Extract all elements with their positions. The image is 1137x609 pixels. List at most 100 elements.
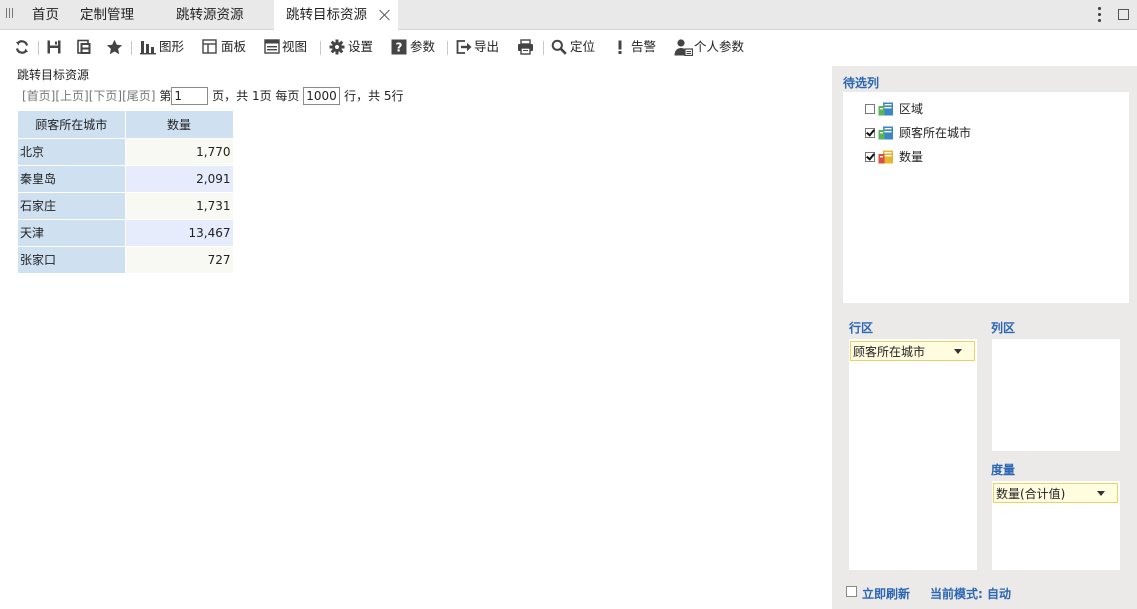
table-row: 天津 13,467 [18,219,234,247]
tab-bar: 首页 定制管理 跳转源资源 跳转目标资源 [0,0,1137,31]
rows-per-page-input[interactable]: 1000 [303,87,341,105]
chart-button[interactable]: 图形 [140,37,188,57]
city-cell[interactable]: 天津 [18,219,126,247]
page-prefix-label: 第 [159,89,172,103]
export-icon [456,40,472,54]
dimension-field-icon [878,102,893,116]
table-row: 秦皇岛 2,091 [18,165,234,193]
table-row: 北京 1,770 [18,138,234,166]
personal-params-button[interactable]: 个人参数 [674,37,746,57]
field-label-quantity: 数量 [899,150,924,164]
prev-page-link[interactable]: [上页] [55,89,88,103]
panel-label: 面板 [221,39,247,54]
column-header-quantity[interactable]: 数量 [125,111,234,139]
column-area-title: 列区 [991,321,1016,335]
field-label-city: 顾客所在城市 [899,126,972,140]
city-cell[interactable]: 北京 [18,138,126,166]
quantity-cell[interactable]: 13,467 [125,219,234,247]
current-mode-text: 当前模式: 自动 [930,587,1011,601]
report-title: 跳转目标资源 [17,68,90,82]
print-button[interactable] [517,37,535,57]
city-cell[interactable]: 石家庄 [18,192,126,220]
page-number-input[interactable]: 1 [171,87,209,105]
refresh-now-checkbox[interactable] [846,586,857,597]
measure-field-icon [878,150,893,164]
more-options-icon[interactable] [1096,7,1102,23]
field-label-region: 区域 [899,102,924,116]
user-settings-icon [674,39,693,56]
tab-menu-grip-icon[interactable] [6,8,16,20]
chevron-down-icon[interactable] [1097,491,1105,496]
page-suffix-label: 页，共 1页 每页 [212,89,300,103]
refresh-icon [15,40,29,54]
save-as-icon [77,39,91,54]
tab-custom-manage-label: 定制管理 [80,7,134,23]
locate-label: 定位 [570,39,596,54]
tab-home-label: 首页 [32,7,59,23]
table-row: 石家庄 1,731 [18,192,234,220]
alert-button[interactable]: 告警 [615,37,663,57]
tab-home[interactable]: 首页 [32,0,59,30]
field-config-panel: 待选列 区域 顾客所在城市 数量 行区 列区 顾客所在城市 度量 数量(合计值)… [832,66,1137,609]
measure-area-dropzone[interactable]: 数量(合计值) [992,481,1120,570]
settings-label: 设置 [348,39,374,54]
params-button[interactable]: ? 参数 [391,37,439,57]
measure-area-title: 度量 [991,463,1016,477]
column-area-dropzone[interactable] [992,339,1120,451]
row-field-city[interactable]: 顾客所在城市 [850,341,975,361]
printer-icon [518,39,533,55]
city-cell[interactable]: 张家口 [18,246,126,274]
save-icon [47,40,61,54]
last-page-link[interactable]: [尾页] [122,89,155,103]
magnifier-icon [551,39,567,55]
panel-button[interactable]: 面板 [202,37,250,57]
measure-field-quantity[interactable]: 数量(合计值) [993,483,1118,503]
tab-jump-source[interactable]: 跳转源资源 [176,0,244,30]
params-label: 参数 [410,39,436,54]
quantity-cell[interactable]: 1,770 [125,138,234,166]
export-button[interactable]: 导出 [456,37,504,57]
settings-button[interactable]: 设置 [329,37,377,57]
tab-jump-target[interactable]: 跳转目标资源 [274,0,398,31]
tab-custom-manage[interactable]: 定制管理 [80,0,134,30]
table-row: 张家口 727 [18,246,234,274]
view-button[interactable]: 视图 [264,37,312,57]
field-checkbox-city[interactable] [865,128,875,138]
svg-text:?: ? [396,41,403,55]
gear-icon [329,39,345,55]
star-icon [106,39,123,55]
row-field-city-label: 顾客所在城市 [853,345,926,359]
column-header-city[interactable]: 顾客所在城市 [18,111,126,139]
field-checkbox-quantity[interactable] [865,152,875,162]
bar-chart-icon [140,41,156,55]
save-button[interactable] [46,37,64,57]
locate-button[interactable]: 定位 [551,37,599,57]
row-area-dropzone[interactable]: 顾客所在城市 [849,339,977,570]
table-header-row: 顾客所在城市 数量 [18,111,234,139]
quantity-cell[interactable]: 727 [125,246,234,274]
measure-field-quantity-label: 数量(合计值) [996,487,1066,501]
refresh-now-label: 立即刷新 [862,587,911,601]
close-icon[interactable] [379,9,391,21]
quantity-cell[interactable]: 2,091 [125,165,234,193]
next-page-link[interactable]: [下页] [89,89,122,103]
refresh-button[interactable] [14,37,32,57]
save-as-button[interactable] [76,37,94,57]
favorite-button[interactable] [106,37,124,57]
view-label: 视图 [282,39,308,54]
city-cell[interactable]: 秦皇岛 [18,165,126,193]
candidate-columns-title: 待选列 [843,76,880,90]
panel-layout-icon [202,39,217,54]
candidate-columns-list: 区域 顾客所在城市 数量 [843,92,1129,303]
quantity-cell[interactable]: 1,731 [125,192,234,220]
tab-jump-source-label: 跳转源资源 [176,7,244,23]
rows-suffix-label: 行，共 5行 [344,89,404,103]
dimension-field-icon [878,126,893,140]
maximize-icon[interactable] [1118,9,1129,20]
chevron-down-icon[interactable] [954,349,962,354]
view-window-icon [264,39,280,54]
personal-params-label: 个人参数 [694,39,745,54]
first-page-link[interactable]: [首页] [22,89,55,103]
row-area-title: 行区 [849,321,874,335]
field-checkbox-region[interactable] [865,104,875,114]
